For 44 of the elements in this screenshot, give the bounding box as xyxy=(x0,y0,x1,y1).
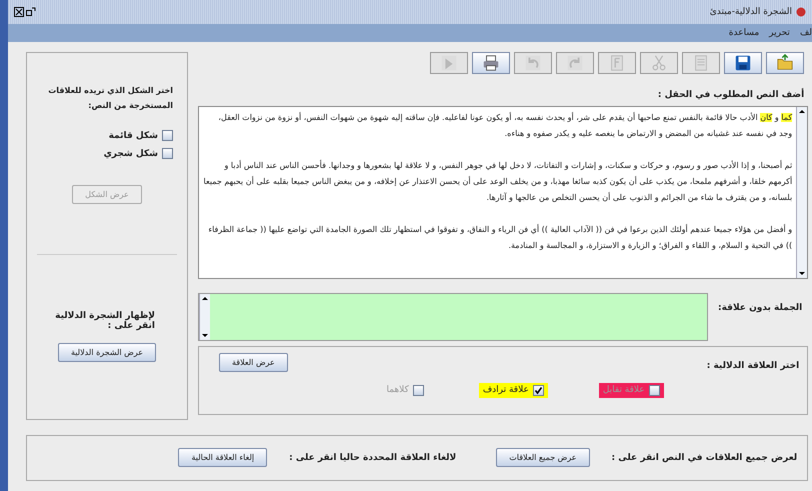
text-area[interactable] xyxy=(198,106,808,279)
paragraph: ثم أصبحنا، و إذا الأدب صور و رسوم، و حركات و سكنات، و إشارات و التفاتات، لا دخل لها في جوهر النفس، و لا علاقة لها بشعورها و وجدانها. فأحسن الناس عند الناس أدبا و أكرمهم خلقا، و أشرفهم ملمحا، من يكذب على أن يكون كذبه سائغا مهذبا، و من يخلف الوعد على أن يحسن الاعتذار عن إخلافه، و من يبغض الناس جميعا بقلبه على أن يحبهم جميعا بلسانه، و من يقترف ما شاء من الجرائم و الذنوب على أن يحسن التخلص من عالجها و آثارها. xyxy=(203,158,792,204)
toolbar-button[interactable] xyxy=(724,52,762,74)
open-icon xyxy=(776,54,794,72)
checkbox[interactable] xyxy=(162,148,173,160)
relation-option[interactable]: علاقة ترادف xyxy=(478,382,548,398)
app-icon xyxy=(796,7,806,17)
action-button[interactable]: عرض جميع العلاقات xyxy=(496,448,590,467)
scroll-up-icon[interactable] xyxy=(200,294,210,303)
sentence-label: الجملة بدون علاقة: xyxy=(718,302,804,313)
undo-icon xyxy=(524,54,542,72)
redo-icon xyxy=(566,54,584,72)
toolbar-button[interactable] xyxy=(766,52,804,74)
show-relation-button[interactable]: عرض العلاقة xyxy=(219,353,288,372)
export-icon xyxy=(440,54,458,72)
checkbox[interactable] xyxy=(532,384,544,396)
action-button[interactable]: إلغاء العلاقة الحالية xyxy=(178,448,268,467)
scroll-down-icon[interactable] xyxy=(797,269,808,278)
scroll-down-icon[interactable] xyxy=(200,331,210,340)
shape-prompt: اختر الشكل الذي تريده للعلاقات المستخرجة من النص: xyxy=(47,85,174,112)
save-icon xyxy=(734,54,752,72)
restore-icon[interactable] xyxy=(26,7,36,17)
checkbox-label: شكل شجري xyxy=(104,148,158,159)
window-title: الشجرة الدلالية-مبتدئ xyxy=(710,7,792,17)
menu-item[interactable]: لف xyxy=(800,28,812,38)
toolbar-button[interactable] xyxy=(472,52,510,74)
sentence-field[interactable] xyxy=(198,293,708,341)
scrollbar[interactable] xyxy=(796,107,808,278)
print-icon xyxy=(482,54,500,72)
menu-item[interactable]: تحرير xyxy=(769,28,790,38)
paragraph: و أفضل من هؤلاء جميعا عندهم أولئك الذين برعوا في فن (( الآداب العالية )) أي فن الرياء و النفاق، و تفوقوا في استظهار تلك الصورة الجامدة التي تواضع عليها (( جماعة الظرفاء )) في التحية و السلام، و اللقاء و الفراق؛ و الزيارة و الاستزارة، و المجالسة و المنادمة. xyxy=(207,223,792,252)
scrollbar[interactable] xyxy=(199,294,210,340)
cut-icon xyxy=(650,54,668,72)
text-field-label: أضف النص المطلوب في الحقل : xyxy=(656,90,804,100)
show-tree-button[interactable]: عرض الشجرة الدلالية xyxy=(58,343,156,362)
action-prompt: لالغاء العلاقة المحددة حاليا انقر على : xyxy=(289,452,456,462)
action-prompt: لعرض جميع العلاقات في النص انقر على : xyxy=(612,452,798,462)
scroll-up-icon[interactable] xyxy=(797,107,808,116)
checkbox[interactable] xyxy=(162,130,173,142)
tree-prompt: لإظهار الشجرة الدلالية انقر على : xyxy=(54,311,156,332)
close-icon[interactable] xyxy=(14,7,24,17)
menu-item[interactable]: مساعدة xyxy=(728,28,760,38)
checkbox-label: شكل قائمة xyxy=(108,130,158,141)
relation-label: اختر العلاقة الدلالية : xyxy=(706,360,800,372)
